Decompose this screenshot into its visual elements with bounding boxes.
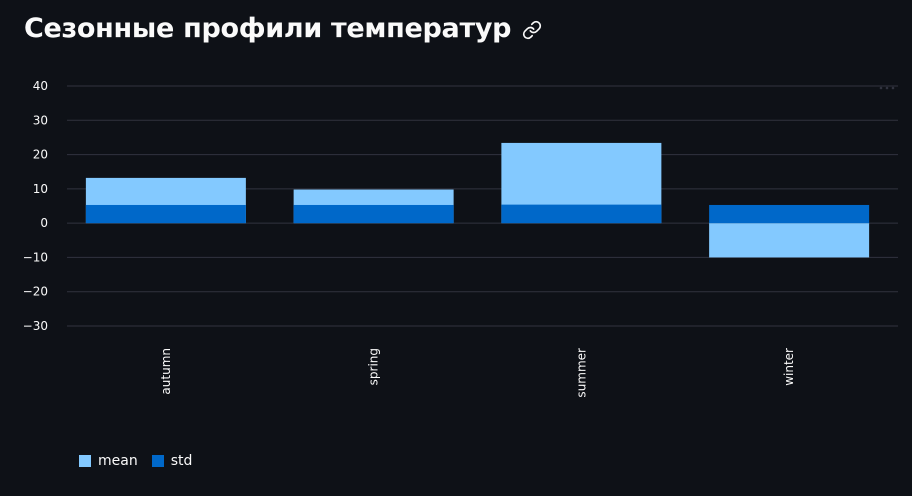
y-tick-label: 10 bbox=[33, 182, 48, 196]
x-tick-label-spring: spring bbox=[367, 348, 381, 385]
y-tick-label: −20 bbox=[23, 285, 48, 299]
legend-label-std: std bbox=[170, 453, 193, 469]
x-tick-label-autumn: autumn bbox=[159, 348, 173, 395]
page: Сезонные профили температур 40 30 20 10 0 −10… bbox=[0, 0, 912, 496]
legend-item-std[interactable]: std bbox=[151, 453, 193, 469]
x-tick-label-winter: winter bbox=[782, 348, 796, 386]
y-tick-label: 30 bbox=[33, 113, 48, 127]
bar-std-autumn bbox=[85, 204, 246, 224]
legend: mean std bbox=[79, 453, 192, 469]
bar-std-summer bbox=[501, 204, 662, 224]
legend-swatch-mean bbox=[79, 455, 91, 467]
bars bbox=[85, 142, 870, 258]
bar-std-winter bbox=[709, 204, 870, 224]
legend-item-mean[interactable]: mean bbox=[79, 453, 138, 469]
y-tick-label: −10 bbox=[23, 250, 48, 264]
legend-label-mean: mean bbox=[98, 453, 138, 469]
y-tick-label: 20 bbox=[33, 148, 48, 162]
y-tick-label: 40 bbox=[33, 79, 48, 93]
bar-chart: 40 30 20 10 0 −10 −20 −30 autumn spring summer win… bbox=[23, 79, 898, 398]
y-tick-label: 0 bbox=[40, 216, 48, 230]
x-axis: autumn spring summer winter bbox=[159, 348, 796, 398]
y-tick-label: −30 bbox=[23, 319, 48, 333]
bar-std-spring bbox=[293, 204, 454, 224]
bar-mean-winter bbox=[709, 223, 870, 258]
x-tick-label-summer: summer bbox=[574, 348, 588, 398]
y-axis: 40 30 20 10 0 −10 −20 −30 bbox=[23, 79, 48, 333]
legend-swatch-std bbox=[151, 455, 164, 467]
